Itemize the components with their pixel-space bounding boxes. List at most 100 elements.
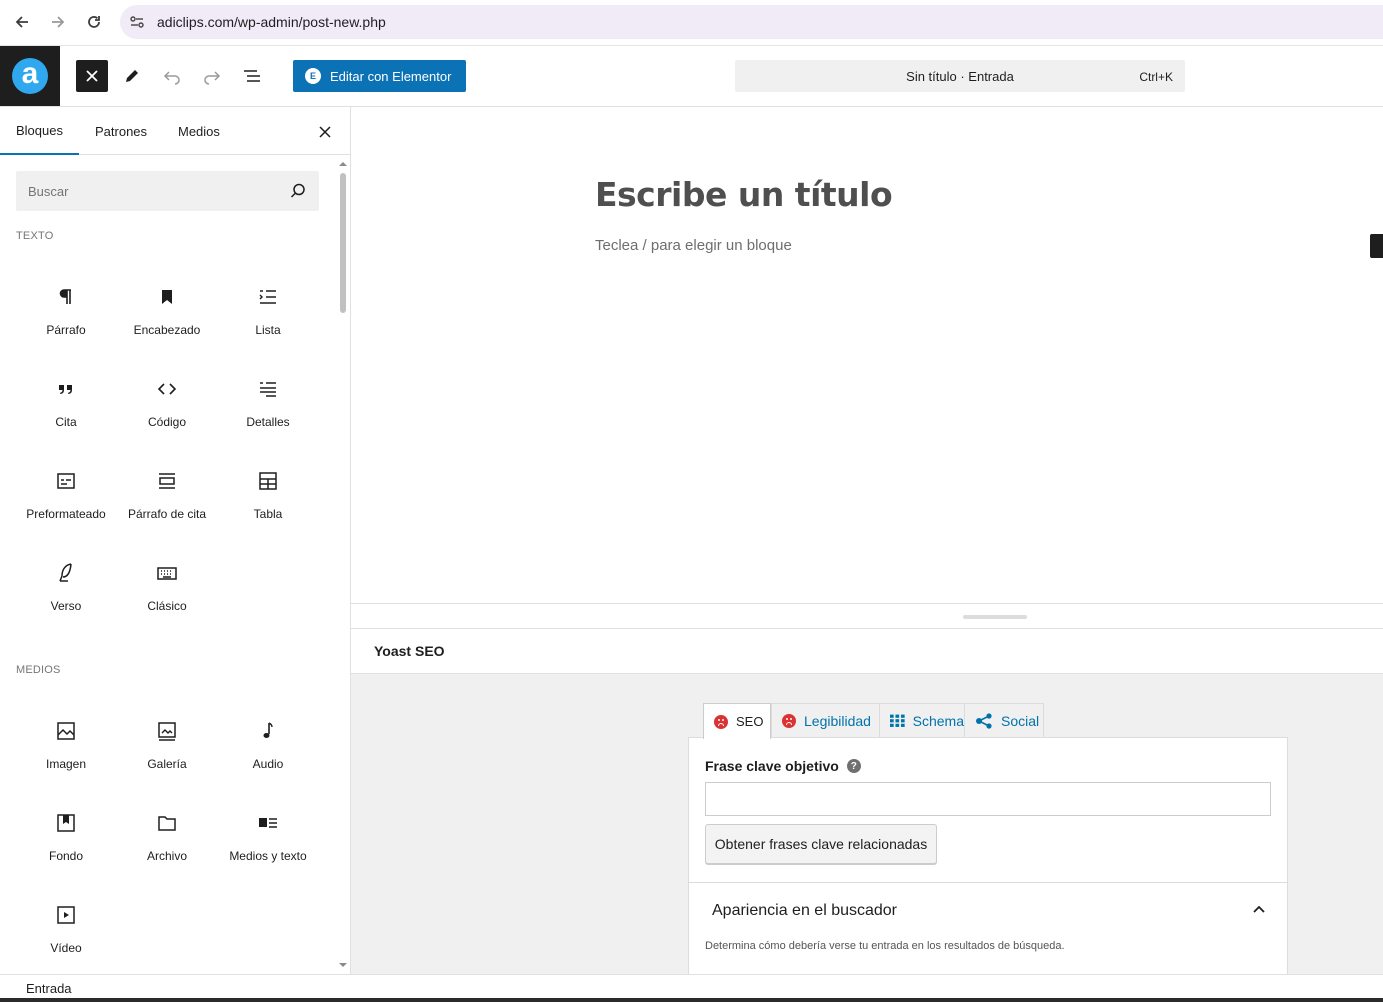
related-keyphrases-button[interactable]: Obtener frases clave relacionadas <box>705 824 937 864</box>
video-icon <box>54 903 78 927</box>
tab-blocks[interactable]: Bloques <box>0 107 79 155</box>
code-icon <box>155 377 179 401</box>
block-pullquote[interactable]: Párrafo de cita <box>117 455 217 539</box>
table-icon <box>256 469 280 493</box>
cover-icon <box>54 811 78 835</box>
editor-header: a E Editar con Elementor Sin título · En… <box>0 46 1383 107</box>
details-icon <box>256 377 280 401</box>
block-video[interactable]: Vídeo <box>16 889 116 973</box>
block-list[interactable]: Lista <box>218 271 318 355</box>
scroll-thumb[interactable] <box>340 173 346 313</box>
block-label: Medios y texto <box>229 849 307 863</box>
reload-icon[interactable] <box>81 9 107 35</box>
block-code[interactable]: Código <box>117 363 217 447</box>
folder-icon <box>155 811 179 835</box>
share-icon <box>976 713 992 729</box>
address-bar[interactable]: adiclips.com/wp-admin/post-new.php <box>120 5 1383 39</box>
bookmark-icon <box>155 285 179 309</box>
chevron-up-icon[interactable] <box>1251 902 1267 918</box>
block-label: Clásico <box>147 599 187 613</box>
tab-label: Legibilidad <box>804 713 871 729</box>
verse-icon <box>54 561 78 585</box>
command-palette-button[interactable]: Sin título · Entrada Ctrl+K <box>735 60 1185 92</box>
tab-schema[interactable]: Schema <box>879 703 965 738</box>
seo-panel: Frase clave objetivo ? Obtener frases cl… <box>688 737 1288 977</box>
list-icon <box>256 285 280 309</box>
block-media-text[interactable]: Medios y texto <box>218 797 318 881</box>
list-view-icon <box>244 70 260 82</box>
redo-icon <box>204 71 221 85</box>
tab-media[interactable]: Medios <box>178 107 220 155</box>
tab-patterns[interactable]: Patrones <box>95 107 147 155</box>
block-paragraph[interactable]: Párrafo <box>16 271 116 355</box>
focus-keyphrase-input[interactable] <box>705 782 1271 816</box>
resize-handle[interactable] <box>963 615 1027 619</box>
block-cover[interactable]: Fondo <box>16 797 116 881</box>
block-file[interactable]: Archivo <box>117 797 217 881</box>
undo-button[interactable] <box>156 60 188 92</box>
yoast-panel-header[interactable]: Yoast SEO <box>351 629 1383 674</box>
scroll-up-icon <box>339 162 347 166</box>
undo-icon <box>163 71 180 85</box>
document-overview-button[interactable] <box>236 60 268 92</box>
tab-readability[interactable]: Legibilidad <box>771 703 880 738</box>
divider <box>689 882 1287 883</box>
block-heading[interactable]: Encabezado <box>117 271 217 355</box>
block-details[interactable]: Detalles <box>218 363 318 447</box>
back-icon[interactable] <box>9 9 35 35</box>
forward-icon[interactable] <box>45 9 71 35</box>
site-logo[interactable]: a <box>0 46 60 106</box>
block-label: Tabla <box>253 507 283 521</box>
block-table[interactable]: Tabla <box>218 455 318 539</box>
breadcrumb[interactable]: Entrada <box>26 981 72 996</box>
block-image[interactable]: Imagen <box>16 705 116 789</box>
block-verse[interactable]: Verso <box>16 547 116 631</box>
block-label: Vídeo <box>50 941 82 955</box>
shortcut-hint: Ctrl+K <box>1139 70 1173 84</box>
tools-button[interactable] <box>116 60 148 92</box>
sad-face-icon <box>782 714 796 728</box>
close-icon <box>86 70 98 82</box>
redo-button[interactable] <box>196 60 228 92</box>
keyphrase-label-row: Frase clave objetivo ? <box>705 758 861 774</box>
taskbar-edge <box>0 998 1383 1002</box>
elementor-icon: E <box>305 68 321 84</box>
block-inserter-panel: Bloques Patrones Medios Buscar TEXTO Pár… <box>0 107 351 974</box>
block-search-input[interactable]: Buscar <box>16 171 319 211</box>
close-inserter-button[interactable] <box>76 60 108 92</box>
post-title-input[interactable]: Escribe un título <box>595 175 893 214</box>
scroll-down-icon <box>339 963 347 967</box>
tab-social[interactable]: Social <box>964 703 1044 738</box>
url-text[interactable]: adiclips.com/wp-admin/post-new.php <box>157 14 386 30</box>
block-gallery[interactable]: Galería <box>117 705 217 789</box>
block-audio[interactable]: Audio <box>218 705 318 789</box>
block-quote[interactable]: Cita <box>16 363 116 447</box>
block-inserter-toggle[interactable] <box>1370 234 1383 258</box>
grid-icon <box>890 714 905 727</box>
image-icon <box>54 719 78 743</box>
browser-toolbar: adiclips.com/wp-admin/post-new.php <box>0 0 1383 46</box>
keyboard-icon <box>155 561 179 585</box>
block-label: Detalles <box>246 415 290 429</box>
audio-icon <box>256 719 280 743</box>
search-icon[interactable] <box>289 182 307 200</box>
sidebar-scrollbar[interactable] <box>336 157 350 972</box>
editor-canvas: Escribe un título Teclea / para elegir u… <box>351 107 1383 604</box>
help-icon[interactable]: ? <box>846 759 861 773</box>
close-icon[interactable] <box>316 123 334 141</box>
default-block-appender[interactable]: Teclea / para elegir un bloque <box>595 237 792 254</box>
keyphrase-label: Frase clave objetivo <box>705 758 839 774</box>
yoast-heading: Yoast SEO <box>374 643 445 659</box>
paragraph-icon <box>54 285 78 309</box>
pencil-icon <box>126 70 138 82</box>
document-title: Sin título · Entrada <box>906 69 1014 84</box>
site-settings-icon[interactable] <box>128 13 146 31</box>
search-appearance-toggle[interactable]: Apariencia en el buscador <box>712 902 897 920</box>
tab-label: Social <box>1001 713 1040 729</box>
block-label: Audio <box>252 757 284 771</box>
tab-seo[interactable]: SEO <box>703 703 771 739</box>
block-preformatted[interactable]: Preformateado <box>16 455 116 539</box>
search-appearance-description: Determina cómo debería verse tu entrada … <box>705 940 1065 952</box>
edit-with-elementor-button[interactable]: E Editar con Elementor <box>293 60 466 92</box>
block-classic[interactable]: Clásico <box>117 547 217 631</box>
